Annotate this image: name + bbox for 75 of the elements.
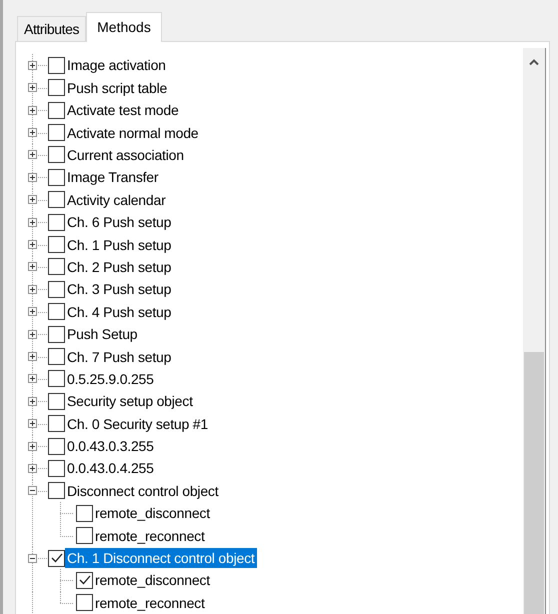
tab[interactable]: Methods (86, 12, 162, 42)
tree-item[interactable]: Activate test mode (65, 100, 181, 120)
expand-icon[interactable] (28, 284, 37, 294)
checkbox[interactable] (48, 438, 65, 455)
checkbox[interactable] (48, 415, 65, 432)
checkbox[interactable] (48, 482, 65, 500)
checkbox[interactable] (48, 303, 65, 320)
tree-item[interactable]: 0.0.43.0.3.255 (65, 436, 156, 456)
expand-icon[interactable] (28, 307, 37, 316)
checkbox[interactable] (48, 280, 65, 298)
tree-item[interactable]: remote_reconnect (93, 592, 207, 613)
expand-icon[interactable] (28, 240, 37, 250)
expand-icon[interactable] (28, 60, 37, 70)
checkbox[interactable] (48, 79, 65, 96)
checkbox[interactable] (76, 527, 93, 544)
expand-icon[interactable] (28, 330, 37, 339)
tree-item[interactable]: Ch. 6 Push setup (65, 212, 174, 232)
expand-icon[interactable] (28, 150, 37, 160)
expand-icon[interactable] (28, 195, 37, 204)
expand-icon[interactable] (28, 352, 37, 361)
checkbox[interactable] (48, 214, 65, 231)
expand-icon[interactable] (28, 442, 37, 451)
checkbox[interactable] (48, 392, 65, 410)
expand-icon[interactable] (28, 396, 37, 406)
expand-icon[interactable] (28, 374, 37, 384)
tree-item[interactable]: Security setup object (65, 391, 195, 412)
tree-item[interactable]: Current association (65, 144, 186, 165)
tree-item[interactable]: Ch. 1 Disconnect control object (65, 548, 257, 568)
tree-item[interactable]: Disconnect control object (65, 480, 220, 501)
checkbox[interactable] (48, 370, 65, 388)
scrollbar-thumb[interactable] (524, 352, 544, 614)
tree-item[interactable]: remote_disconnect (93, 503, 212, 524)
expand-icon[interactable] (28, 128, 37, 138)
checkbox[interactable] (48, 550, 65, 567)
scroll-up-icon[interactable] (528, 58, 540, 66)
tree-item[interactable]: remote_reconnect (93, 526, 207, 546)
checkbox[interactable] (48, 124, 65, 142)
tree-item[interactable]: Activity calendar (65, 190, 168, 210)
checkbox[interactable] (76, 572, 93, 589)
expand-icon[interactable] (28, 83, 37, 92)
tree-item[interactable]: remote_disconnect (93, 570, 212, 590)
expand-icon[interactable] (28, 419, 37, 428)
checkbox[interactable] (76, 504, 93, 522)
expand-icon[interactable] (28, 218, 37, 227)
tree-item[interactable]: Push script table (65, 78, 170, 98)
tree-item[interactable]: Image activation (65, 55, 168, 76)
expand-icon[interactable] (28, 464, 37, 473)
checkbox[interactable] (48, 56, 65, 74)
checkbox[interactable] (76, 594, 93, 612)
checkbox[interactable] (48, 146, 65, 164)
collapse-icon[interactable] (28, 554, 37, 563)
tree-item[interactable]: Ch. 2 Push setup (65, 256, 174, 277)
expand-icon[interactable] (28, 106, 37, 115)
checkbox[interactable] (48, 236, 65, 254)
expand-icon[interactable] (28, 172, 37, 182)
tree-item[interactable]: Ch. 1 Push setup (65, 234, 174, 255)
tab[interactable]: Attributes (17, 16, 86, 42)
tree-item[interactable]: Push Setup (65, 324, 140, 344)
tree-item[interactable]: 0.5.25.9.0.255 (65, 368, 156, 389)
tree-item[interactable]: Ch. 0 Security setup #1 (65, 414, 210, 434)
tree-item[interactable]: Activate normal mode (65, 122, 200, 143)
checkbox[interactable] (48, 348, 65, 365)
tree-item[interactable]: Ch. 4 Push setup (65, 302, 174, 322)
checkbox[interactable] (48, 102, 65, 119)
tree-item[interactable]: Image Transfer (65, 167, 160, 188)
tree-item[interactable]: Ch. 7 Push setup (65, 346, 174, 366)
checkbox[interactable] (48, 460, 65, 477)
collapse-icon[interactable] (28, 486, 37, 496)
checkbox[interactable] (48, 168, 65, 186)
checkbox[interactable] (48, 191, 65, 208)
checkbox[interactable] (48, 258, 65, 276)
tree-item[interactable]: Ch. 3 Push setup (65, 279, 174, 300)
tree-item[interactable]: 0.0.43.0.4.255 (65, 458, 156, 478)
expand-icon[interactable] (28, 262, 37, 272)
checkbox[interactable] (48, 326, 65, 343)
